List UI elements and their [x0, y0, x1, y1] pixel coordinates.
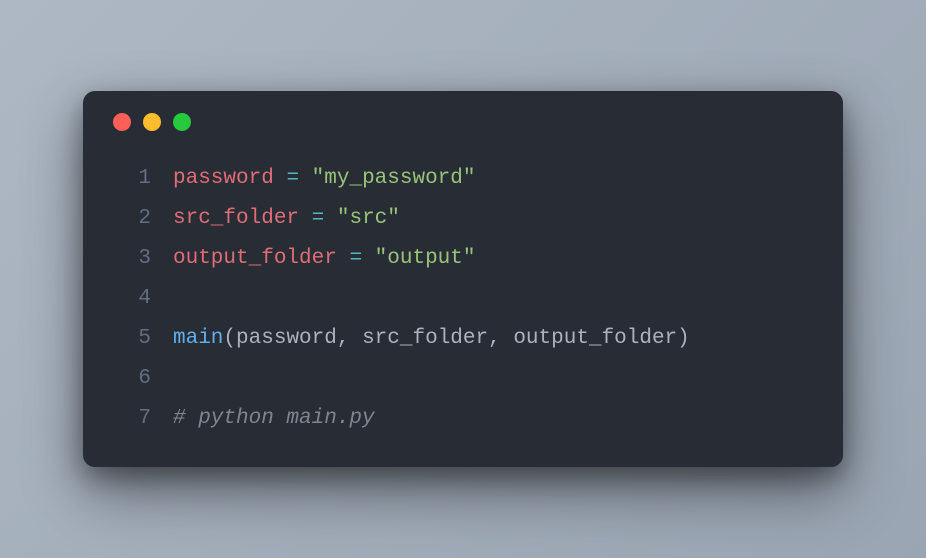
token-str: "output" [375, 247, 476, 270]
token-default [501, 327, 514, 350]
token-punc: , [488, 327, 501, 350]
code-line[interactable]: 3 output_folder = "output" [111, 239, 815, 279]
token-var: src_folder [173, 207, 299, 230]
line-number: 7 [111, 399, 151, 439]
token-punc: ) [677, 327, 690, 350]
code-line[interactable]: 4 [111, 279, 815, 319]
token-arg: src_folder [362, 327, 488, 350]
token-default [349, 327, 362, 350]
line-content [173, 279, 186, 319]
token-op: = [286, 167, 299, 190]
token-str: "my_password" [312, 167, 476, 190]
line-number: 6 [111, 359, 151, 399]
line-number: 5 [111, 319, 151, 359]
token-punc: ( [223, 327, 236, 350]
line-number: 2 [111, 199, 151, 239]
token-func: main [173, 327, 223, 350]
code-line[interactable]: 7 # python main.py [111, 399, 815, 439]
line-number: 1 [111, 159, 151, 199]
token-punc: , [337, 327, 350, 350]
maximize-icon[interactable] [173, 113, 191, 131]
code-line[interactable]: 5 main(password, src_folder, output_folde… [111, 319, 815, 359]
line-number: 4 [111, 279, 151, 319]
minimize-icon[interactable] [143, 113, 161, 131]
traffic-lights [111, 113, 815, 131]
token-default [274, 167, 287, 190]
code-editor[interactable]: 1 password = "my_password" 2 src_folder = "… [111, 159, 815, 438]
code-line[interactable]: 2 src_folder = "src" [111, 199, 815, 239]
token-op: = [312, 207, 325, 230]
line-content: src_folder = "src" [173, 199, 400, 239]
code-line[interactable]: 1 password = "my_password" [111, 159, 815, 199]
token-str: "src" [337, 207, 400, 230]
token-arg: password [236, 327, 337, 350]
line-number: 3 [111, 239, 151, 279]
line-content: main(password, src_folder, output_folder… [173, 319, 690, 359]
token-default [299, 167, 312, 190]
token-default [337, 247, 350, 270]
token-comment: # python main.py [173, 407, 375, 430]
line-content: output_folder = "output" [173, 239, 475, 279]
line-content: # python main.py [173, 399, 375, 439]
code-window: 1 password = "my_password" 2 src_folder = "… [83, 91, 843, 466]
token-var: output_folder [173, 247, 337, 270]
token-op: = [349, 247, 362, 270]
token-default [362, 247, 375, 270]
line-content [173, 359, 186, 399]
token-default [324, 207, 337, 230]
token-var: password [173, 167, 274, 190]
close-icon[interactable] [113, 113, 131, 131]
code-line[interactable]: 6 [111, 359, 815, 399]
token-default [299, 207, 312, 230]
line-content: password = "my_password" [173, 159, 475, 199]
token-arg: output_folder [513, 327, 677, 350]
